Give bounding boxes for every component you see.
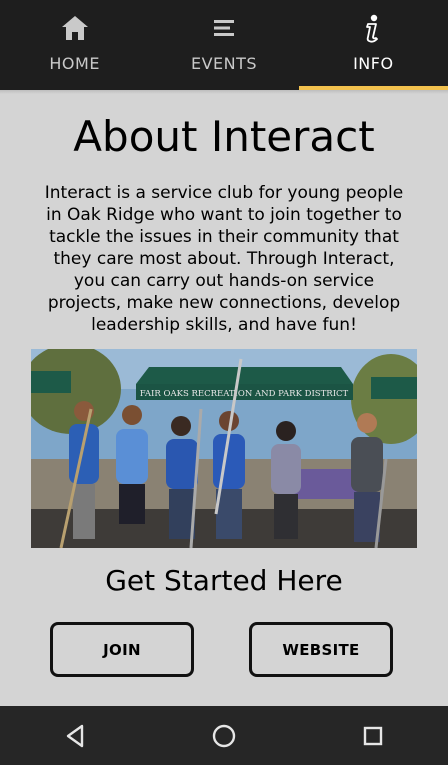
top-tab-bar: HOME EVENTS INFO [0,0,448,90]
about-description: Interact is a service club for young peo… [44,183,404,335]
tab-bar-shadow [0,90,448,94]
website-button[interactable]: WEBSITE [249,622,393,677]
info-icon [363,12,383,44]
recents-icon[interactable] [343,706,403,765]
tab-info-label: INFO [353,54,394,73]
page-title: About Interact [73,112,375,161]
tab-events[interactable]: EVENTS [149,0,298,90]
club-photo: FAIR OAKS RECREATION AND PARK DISTRICT [31,349,417,548]
get-started-heading: Get Started Here [105,564,343,597]
back-icon[interactable] [45,706,105,765]
tab-info[interactable]: INFO [298,0,448,90]
tab-home[interactable]: HOME [0,0,149,90]
home-circle-icon[interactable] [194,706,254,765]
list-icon [212,12,236,44]
canopy-sign-text: FAIR OAKS RECREATION AND PARK DISTRICT [140,389,349,399]
tab-home-label: HOME [49,54,100,73]
home-icon [60,12,90,44]
system-nav-bar [0,706,448,765]
tab-events-label: EVENTS [190,54,258,73]
join-button[interactable]: JOIN [50,622,194,677]
